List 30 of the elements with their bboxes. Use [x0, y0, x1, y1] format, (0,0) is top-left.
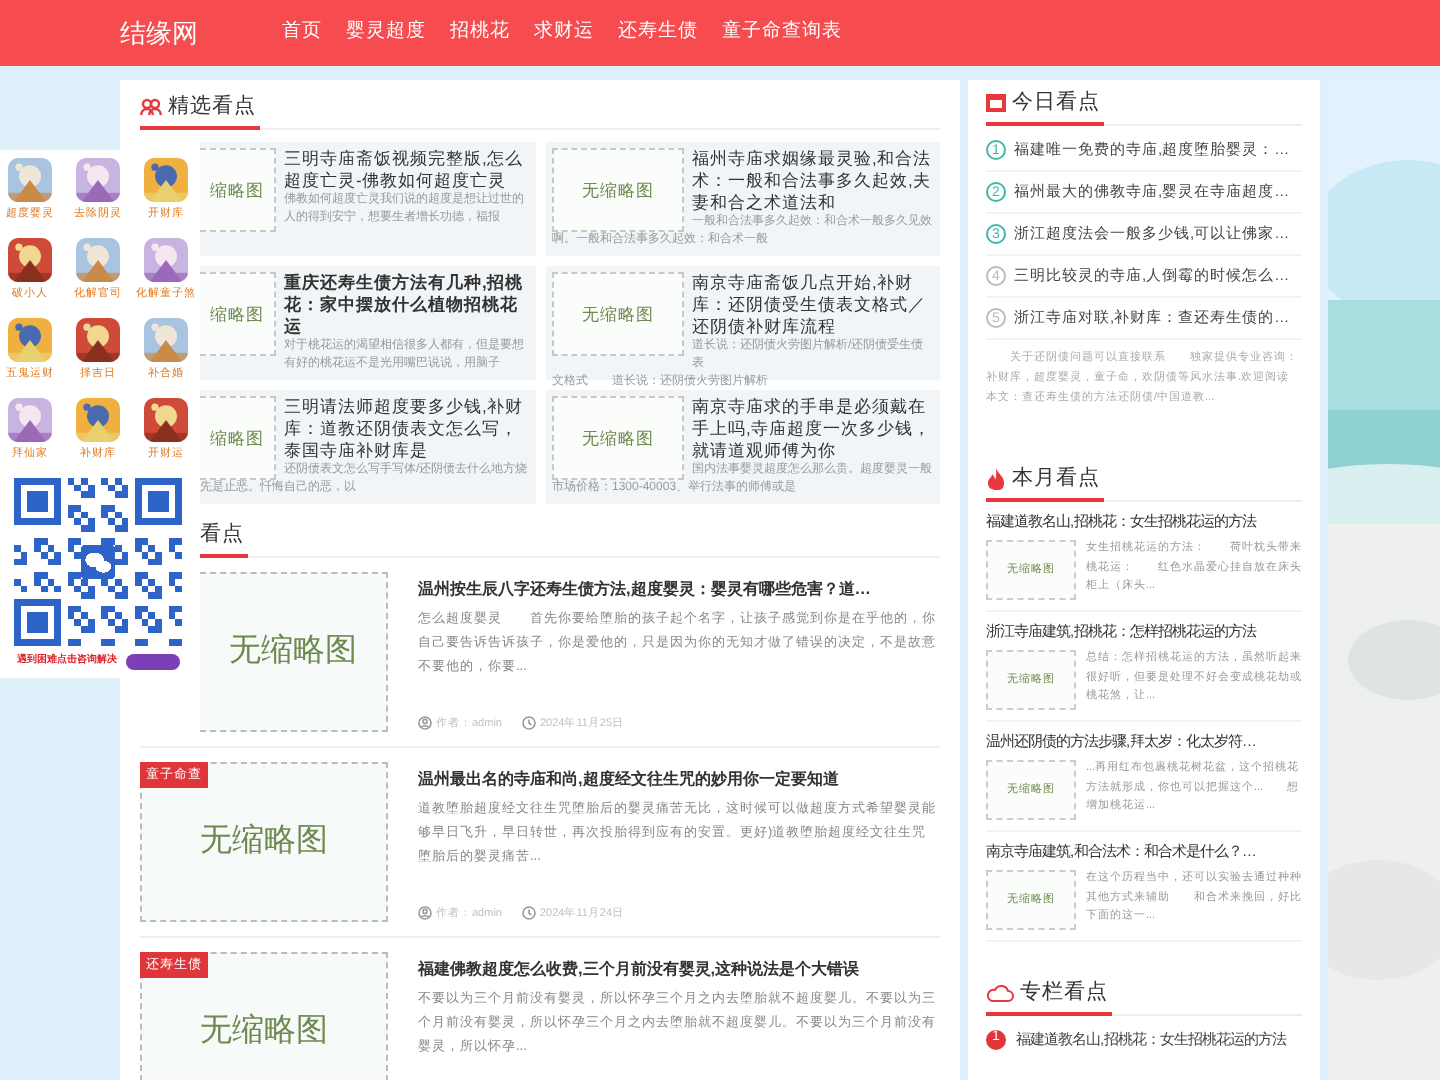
user-icon: [418, 906, 432, 921]
section-title: 今日看点: [1012, 88, 1100, 116]
consult-button[interactable]: [125, 654, 179, 670]
thumbnail: 无缩略图: [552, 148, 684, 232]
section-title: 专栏看点: [1020, 978, 1108, 1006]
clock-icon: [521, 906, 536, 921]
thumbnail: 无缩略图: [552, 272, 684, 356]
article-title[interactable]: 温州最出名的寺庙和尚,超度经文往生咒的妙用你一定要知道: [418, 766, 839, 792]
clock-icon: [521, 716, 536, 731]
card-title[interactable]: 福州寺庙求姻缘最灵验,和合法术：一般和合法事多久起效,夫妻和合之术道法和: [692, 148, 934, 214]
section-title: 精选看点: [168, 92, 256, 120]
flame-icon: [986, 467, 1006, 489]
card-title[interactable]: 南京寺庙斋饭几点开始,补财库：还阴债受生债表文格式／还阴债补财库流程: [692, 272, 934, 338]
thumbnail: 缩略图: [200, 272, 276, 356]
user-icon: [418, 716, 432, 731]
cloud-icon: [986, 983, 1014, 1001]
section-title: 本月看点: [1012, 464, 1100, 492]
calendar-icon: [986, 92, 1006, 112]
people-icon: [140, 97, 162, 115]
card-title[interactable]: 重庆还寿生债方法有几种,招桃花：家中摆放什么植物招桃花运: [284, 272, 530, 338]
article-title[interactable]: 福建佛教超度怎么收费,三个月前没有婴灵,这种说法是个大错误: [418, 956, 860, 982]
thumbnail: 无缩略图: [200, 572, 388, 732]
article-title[interactable]: 温州按生辰八字还寿生债方法,超度婴灵：婴灵有哪些危害？道…: [418, 576, 871, 602]
thumbnail: 缩略图: [200, 148, 276, 232]
card-title[interactable]: 三明请法师超度要多少钱,补财库：道教还阴债表文怎么写，泰国寺庙补财库是: [284, 396, 530, 462]
thumbnail: 缩略图: [200, 396, 276, 480]
card-title[interactable]: 三明寺庙斋饭视频完整版,怎么超度亡灵-佛教如何超度亡灵: [284, 148, 530, 192]
thumbnail: 无缩略图: [552, 396, 684, 480]
section-title: 看点: [200, 520, 244, 548]
card-title[interactable]: 南京寺庙求的手串是必须戴在手上吗,寺庙超度一次多少钱，就请道观师傅为你: [692, 396, 934, 462]
